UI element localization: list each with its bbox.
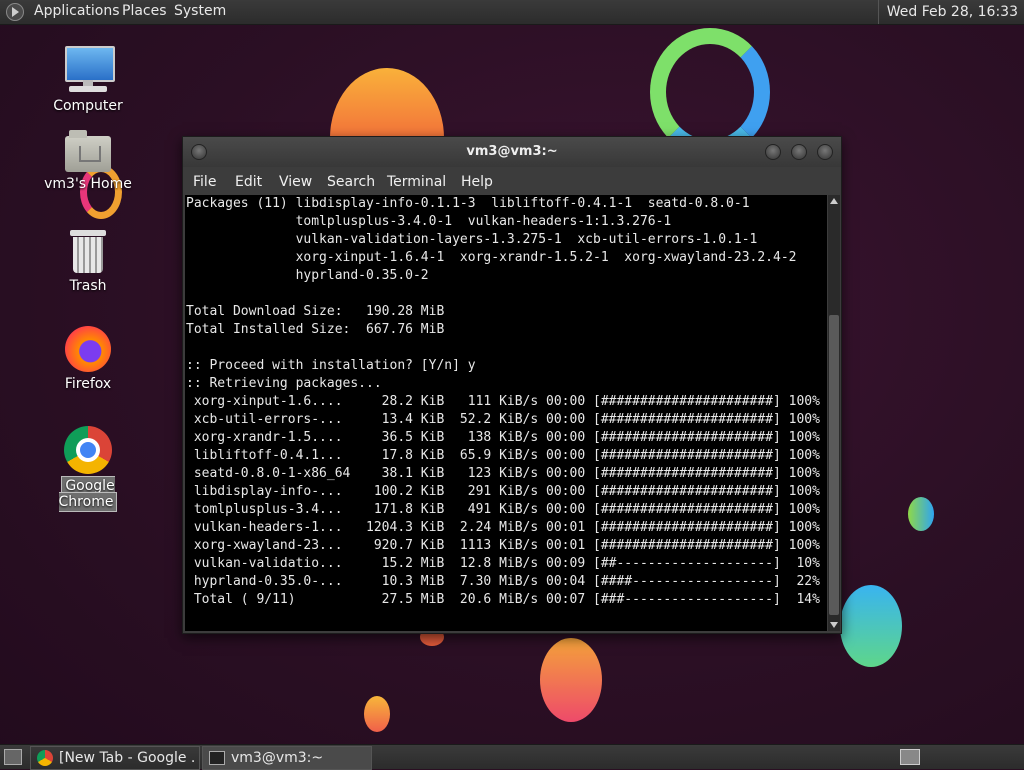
terminal-line: Packages (11) libdisplay-info-0.1.1-3 li… — [186, 196, 750, 211]
desktop-icon-home[interactable]: vm3's Home — [33, 130, 143, 192]
desktop-icon-computer[interactable]: Computer — [33, 46, 143, 114]
desktop-icon-firefox[interactable]: Firefox — [33, 326, 143, 392]
show-desktop-icon[interactable] — [4, 749, 22, 765]
desktop-icon-label: vm3's Home — [44, 176, 132, 192]
menu-places[interactable]: Places — [122, 3, 167, 19]
maximize-button[interactable] — [791, 144, 807, 160]
window-title: vm3@vm3:~ — [466, 144, 558, 159]
menu-edit[interactable]: Edit — [235, 174, 262, 190]
taskbar-item-terminal[interactable]: vm3@vm3:~ — [202, 746, 372, 770]
scroll-up-arrow-icon[interactable] — [830, 198, 838, 204]
terminal-line: xorg-xwayland-23... 920.7 KiB 1113 KiB/s… — [186, 538, 820, 553]
terminal-icon — [209, 751, 225, 765]
taskbar-item-label: [New Tab - Google ... — [59, 750, 195, 766]
wallpaper-blue-bubble — [840, 585, 902, 667]
taskbar-item-label: vm3@vm3:~ — [231, 750, 324, 766]
terminal-line: Total Installed Size: 667.76 MiB — [186, 322, 445, 337]
menu-applications[interactable]: Applications — [34, 3, 120, 19]
top-panel: Applications Places System Wed Feb 28, 1… — [0, 0, 1024, 25]
desktop-icon-label: Google Chrome — [58, 476, 118, 512]
wallpaper-small-orange-bubble — [364, 696, 390, 732]
scroll-down-arrow-icon[interactable] — [830, 622, 838, 628]
terminal-line: vulkan-validation-layers-1.3.275-1 xcb-u… — [186, 232, 758, 247]
terminal-line: hyprland-0.35.0-2 — [186, 268, 429, 283]
minimize-button[interactable] — [765, 144, 781, 160]
terminal-line: xorg-xinput-1.6.... 28.2 KiB 111 KiB/s 0… — [186, 394, 820, 409]
terminal-line: vulkan-headers-1... 1204.3 KiB 2.24 MiB/… — [186, 520, 820, 535]
applications-logo-icon[interactable] — [6, 3, 24, 21]
terminal-line: :: Retrieving packages... — [186, 376, 382, 391]
menu-view[interactable]: View — [279, 174, 312, 190]
terminal-line: xorg-xinput-1.6.4-1 xorg-xrandr-1.5.2-1 … — [186, 250, 797, 265]
chrome-icon — [37, 750, 53, 766]
taskbar-item-chrome[interactable]: [New Tab - Google ... — [30, 746, 200, 770]
window-titlebar[interactable]: vm3@vm3:~ — [183, 137, 841, 167]
menu-help[interactable]: Help — [461, 174, 493, 190]
terminal-line: xcb-util-errors-... 13.4 KiB 52.2 KiB/s … — [186, 412, 820, 427]
desktop-icon-label: Computer — [53, 98, 123, 114]
firefox-icon — [65, 326, 111, 372]
terminal-line: tomlplusplus-3.4... 171.8 KiB 491 KiB/s … — [186, 502, 820, 517]
terminal-scrollbar[interactable] — [828, 195, 840, 631]
terminal-line: xorg-xrandr-1.5.... 36.5 KiB 138 KiB/s 0… — [186, 430, 820, 445]
terminal-menubar: File Edit View Search Terminal Help — [183, 167, 841, 195]
terminal-window[interactable]: vm3@vm3:~ File Edit View Search Terminal… — [182, 136, 842, 634]
terminal-line: :: Proceed with installation? [Y/n] y — [186, 358, 476, 373]
terminal-line: libliftoff-0.4.1... 17.8 KiB 65.9 KiB/s … — [186, 448, 820, 463]
wallpaper-pink-bubble — [540, 638, 602, 722]
home-folder-icon — [65, 130, 111, 172]
menu-file[interactable]: File — [193, 174, 216, 190]
terminal-line: hyprland-0.35.0-... 10.3 MiB 7.30 MiB/s … — [186, 574, 820, 589]
desktop-icon-label: Trash — [69, 278, 107, 294]
close-button[interactable] — [817, 144, 833, 160]
terminal-line: seatd-0.8.0-1-x86_64 38.1 KiB 123 KiB/s … — [186, 466, 820, 481]
terminal-line: libdisplay-info-... 100.2 KiB 291 KiB/s … — [186, 484, 820, 499]
terminal-line: tomlplusplus-3.4.0-1 vulkan-headers-1:1.… — [186, 214, 672, 229]
computer-icon — [63, 46, 115, 94]
scrollbar-thumb[interactable] — [829, 315, 839, 615]
window-menu-button[interactable] — [191, 144, 207, 160]
wallpaper-small-blue-bubble — [908, 497, 934, 531]
terminal-line: vulkan-validatio... 15.2 MiB 12.8 MiB/s … — [186, 556, 820, 571]
desktop-icon-label: Firefox — [64, 376, 112, 392]
trash-icon — [70, 230, 106, 274]
menu-search[interactable]: Search — [327, 174, 375, 190]
chrome-icon — [64, 426, 112, 474]
terminal-line: Total Download Size: 190.28 MiB — [186, 304, 445, 319]
desktop-icon-chrome[interactable]: Google Chrome — [33, 426, 143, 512]
workspace-switcher-icon[interactable] — [900, 749, 920, 765]
menu-terminal[interactable]: Terminal — [387, 174, 446, 190]
clock[interactable]: Wed Feb 28, 16:33 — [877, 0, 1024, 24]
bottom-panel: [New Tab - Google ... vm3@vm3:~ — [0, 744, 1024, 770]
terminal-output[interactable]: Packages (11) libdisplay-info-0.1.1-3 li… — [185, 195, 827, 631]
menu-system[interactable]: System — [174, 3, 226, 19]
desktop-icon-trash[interactable]: Trash — [33, 230, 143, 294]
terminal-line: Total ( 9/11) 27.5 MiB 20.6 MiB/s 00:07 … — [186, 592, 820, 607]
